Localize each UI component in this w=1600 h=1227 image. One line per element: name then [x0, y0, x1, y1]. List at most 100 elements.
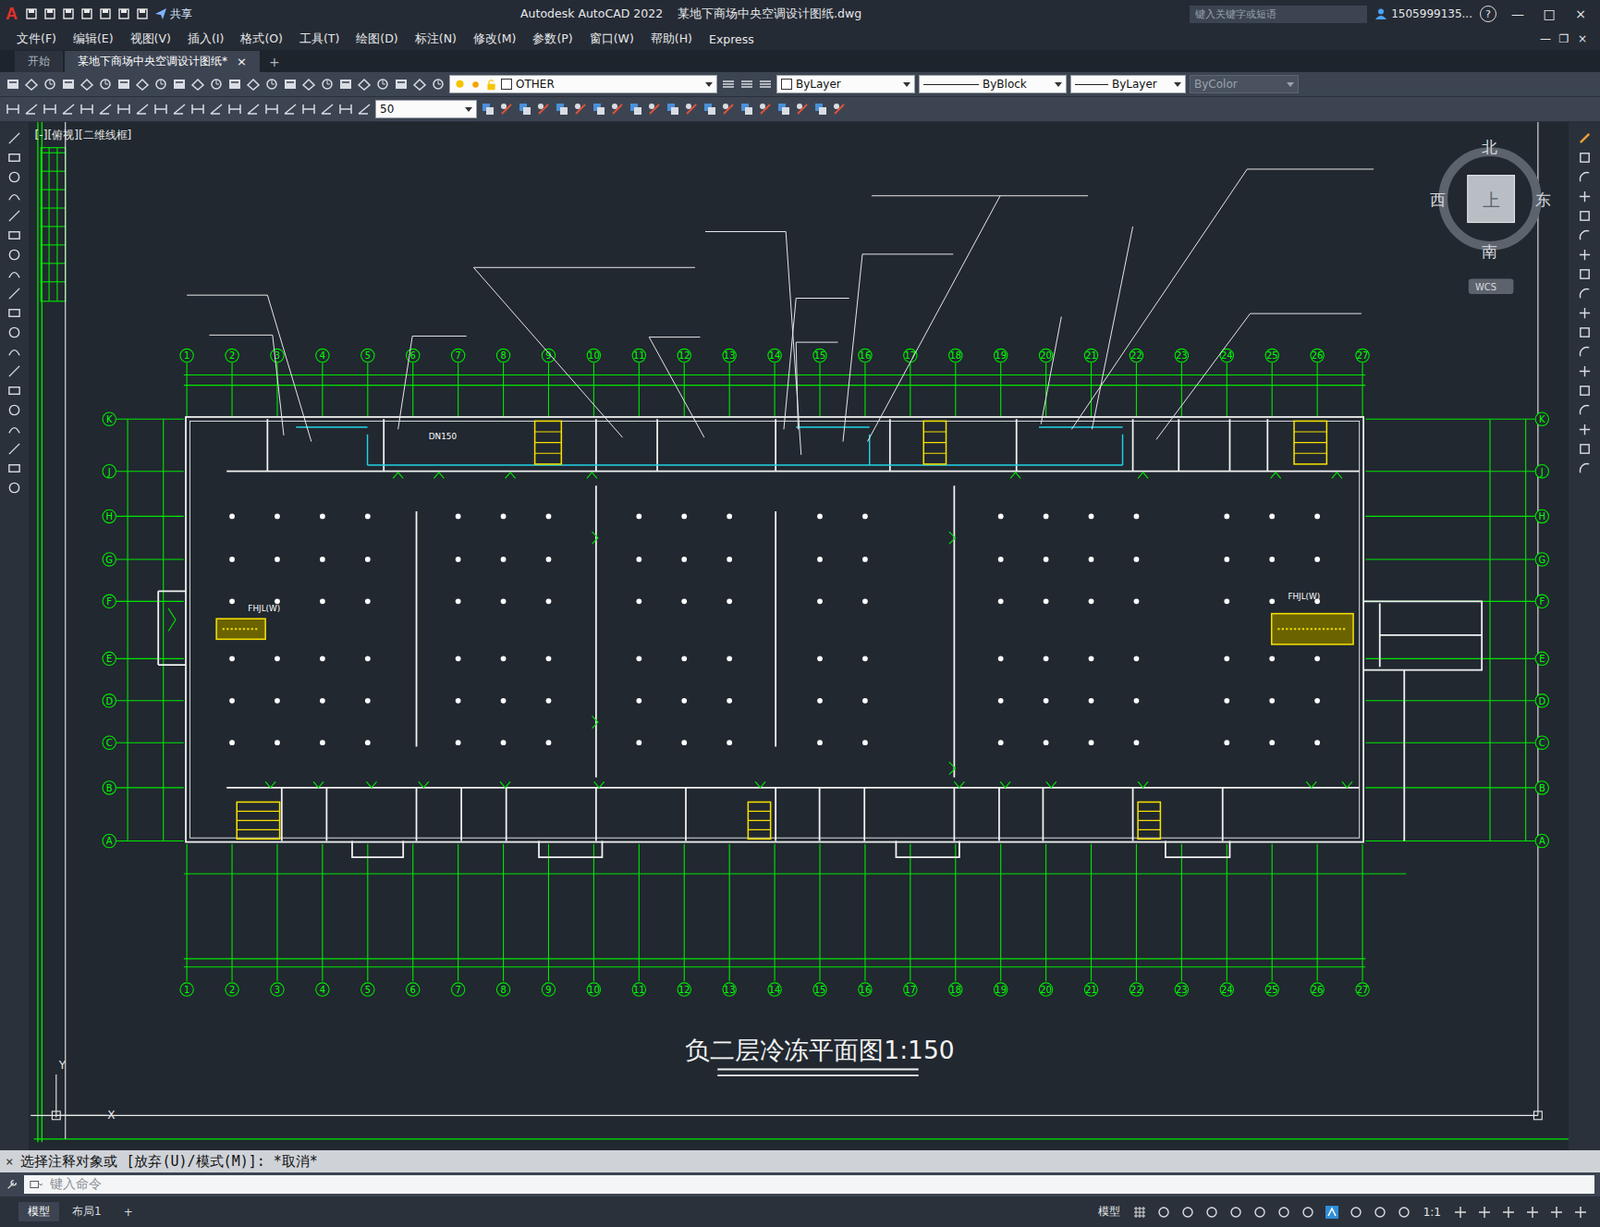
modify-tool-icon[interactable] [1577, 403, 1592, 417]
tool-icon[interactable] [153, 76, 169, 92]
model-space-button[interactable]: 模型 [1092, 1201, 1126, 1222]
modify-tool-icon[interactable] [1577, 247, 1592, 262]
dimension-tool-icon[interactable] [227, 101, 243, 117]
layer-tool-icon[interactable] [739, 76, 755, 92]
viewcube[interactable]: 上北南西东WCS [1429, 138, 1552, 294]
draw-tool-icon[interactable] [7, 208, 22, 223]
modify-tool-icon[interactable] [1577, 383, 1592, 398]
tool-icon[interactable] [393, 76, 409, 92]
modify-tool-icon[interactable] [665, 101, 681, 117]
draw-tool-icon[interactable] [7, 150, 22, 165]
draw-tool-icon[interactable] [7, 247, 22, 262]
tool-icon[interactable] [171, 76, 187, 92]
dimension-tool-icon[interactable] [319, 101, 335, 117]
modify-tool-icon[interactable] [757, 101, 773, 117]
modify-tool-icon[interactable] [1577, 170, 1592, 184]
lineweight-dropdown[interactable]: ByLayer [1070, 74, 1186, 94]
linetype-dropdown[interactable]: ByBlock [918, 74, 1067, 94]
modify-tool-icon[interactable] [739, 101, 755, 117]
modify-tool-icon[interactable] [610, 101, 625, 117]
draw-tool-icon[interactable] [7, 422, 22, 437]
tool-icon[interactable] [319, 76, 335, 92]
status-tool-icon[interactable] [1573, 1204, 1588, 1220]
modify-tool-icon[interactable] [573, 101, 588, 117]
dimension-tool-icon[interactable] [24, 101, 39, 117]
modify-tool-icon[interactable] [1577, 422, 1592, 437]
modify-tool-icon[interactable] [831, 101, 847, 117]
modify-tool-icon[interactable] [1577, 305, 1592, 320]
draw-tool-icon[interactable] [7, 461, 22, 476]
status-toggle-icon[interactable] [1204, 1204, 1220, 1220]
annotation-scale[interactable]: 1:1 [1417, 1203, 1447, 1221]
layer-dropdown[interactable]: OTHER [449, 74, 718, 94]
layout-tab[interactable]: 模型 [18, 1201, 60, 1222]
modify-tool-icon[interactable] [647, 101, 662, 117]
document-control[interactable]: — [1537, 32, 1554, 46]
add-layout-button[interactable]: + [114, 1203, 143, 1221]
autocad-logo[interactable]: A [5, 4, 18, 25]
status-tool-icon[interactable] [1453, 1204, 1468, 1220]
modify-tool-icon[interactable] [813, 101, 829, 117]
dimension-tool-icon[interactable] [356, 101, 372, 117]
dimension-scale-dropdown[interactable]: 50 [375, 99, 477, 119]
user-account[interactable]: 1505999135... [1374, 7, 1473, 21]
quick-access-icon[interactable] [80, 7, 94, 21]
dimension-tool-icon[interactable] [264, 101, 280, 117]
dimension-tool-icon[interactable] [171, 101, 187, 117]
tool-icon[interactable] [412, 76, 428, 92]
dimension-tool-icon[interactable] [5, 101, 21, 117]
tool-icon[interactable] [338, 76, 354, 92]
draw-tool-icon[interactable] [7, 403, 22, 417]
menu-item[interactable]: 文件(F) [9, 29, 64, 49]
menu-item[interactable]: 帮助(H) [643, 29, 700, 49]
dimension-tool-icon[interactable] [190, 101, 206, 117]
menu-item[interactable]: 视图(V) [122, 29, 179, 49]
dimension-tool-icon[interactable] [153, 101, 169, 117]
status-tool-icon[interactable] [1501, 1204, 1516, 1220]
viewport-label[interactable]: [-][俯视][二维线框] [35, 128, 133, 142]
dimension-tool-icon[interactable] [208, 101, 224, 117]
window-control[interactable]: — [1503, 6, 1532, 22]
dimension-tool-icon[interactable] [282, 101, 298, 117]
tool-icon[interactable] [61, 76, 76, 92]
quick-access-icon[interactable] [98, 7, 112, 21]
document-tab[interactable]: 开始 [14, 50, 63, 73]
menu-item[interactable]: 格式(O) [232, 29, 291, 49]
floor-plan[interactable]: 1122334455667788991010111112121313141415… [28, 122, 1569, 1150]
menu-item[interactable]: 标注(N) [407, 29, 465, 49]
status-toggle-icon[interactable] [1324, 1204, 1340, 1220]
new-tab-button[interactable]: + [261, 51, 288, 73]
document-tab[interactable]: 某地下商场中央空调设计图纸* × [64, 50, 260, 73]
draw-tool-icon[interactable] [7, 441, 22, 456]
status-toggle-icon[interactable] [1276, 1204, 1292, 1220]
modify-tool-icon[interactable] [517, 101, 533, 117]
modify-tool-icon[interactable] [628, 101, 644, 117]
tool-icon[interactable] [5, 76, 21, 92]
modify-tool-icon[interactable] [1577, 131, 1592, 146]
window-control[interactable]: × [1566, 6, 1595, 22]
modify-tool-icon[interactable] [499, 101, 514, 117]
menu-item[interactable]: 参数(P) [525, 29, 580, 49]
search-field[interactable]: 键入关键字或短语 [1189, 5, 1368, 24]
layout-tab[interactable]: 布局1 [62, 1201, 111, 1222]
draw-tool-icon[interactable] [7, 286, 22, 301]
dimension-tool-icon[interactable] [301, 101, 317, 117]
tool-icon[interactable] [245, 76, 261, 92]
modify-tool-icon[interactable] [720, 101, 736, 117]
status-toggle-icon[interactable] [1132, 1204, 1148, 1220]
draw-tool-icon[interactable] [7, 267, 22, 281]
status-toggle-icon[interactable] [1372, 1204, 1388, 1220]
tool-icon[interactable] [227, 76, 243, 92]
command-close-button[interactable]: × [5, 1153, 13, 1169]
status-tool-icon[interactable] [1525, 1204, 1540, 1220]
modify-tool-icon[interactable] [1577, 441, 1592, 456]
dimension-tool-icon[interactable] [116, 101, 132, 117]
modify-tool-icon[interactable] [1577, 461, 1592, 476]
layer-tool-icon[interactable] [757, 76, 773, 92]
tool-icon[interactable] [24, 76, 39, 92]
modify-tool-icon[interactable] [536, 101, 551, 117]
status-toggle-icon[interactable] [1180, 1204, 1196, 1220]
quick-access-icon[interactable] [135, 7, 149, 21]
menu-item[interactable]: 窗口(W) [582, 29, 642, 49]
menu-item[interactable]: Express [701, 30, 762, 49]
